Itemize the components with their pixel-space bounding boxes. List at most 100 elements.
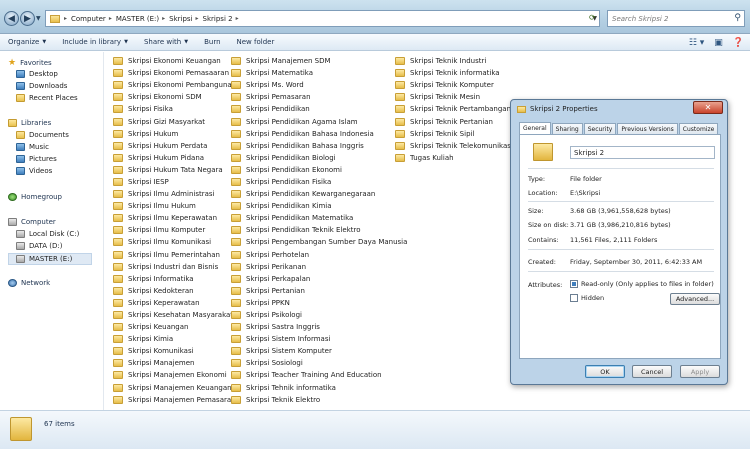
list-item[interactable]: Skripsi Manajemen Pemasaran xyxy=(113,394,236,406)
nav-videos[interactable]: Videos xyxy=(16,167,52,175)
nav-homegroup[interactable]: Homegroup xyxy=(8,193,62,201)
breadcrumb-skripsi-2[interactable]: Skripsi 2 ▸ xyxy=(203,15,239,23)
list-item[interactable]: Skripsi Pemasaran xyxy=(231,91,407,103)
nav-documents[interactable]: Documents xyxy=(16,131,69,139)
list-item[interactable]: Skripsi Ekonomi Pemasaaran xyxy=(113,67,236,79)
forward-button[interactable]: ▶ xyxy=(20,11,35,26)
list-item[interactable]: Skripsi Teknik Sipil xyxy=(395,128,513,140)
list-item[interactable]: Skripsi Teknik Komputer xyxy=(395,79,513,91)
list-item[interactable]: Skripsi Komunikasi xyxy=(113,345,236,357)
nav-music[interactable]: Music xyxy=(16,143,49,151)
include-in-library-button[interactable]: Include in library ▼ xyxy=(54,34,136,51)
back-button[interactable]: ◀ xyxy=(4,11,19,26)
list-item[interactable]: Skripsi Ilmu Komunikasi xyxy=(113,236,236,248)
nav-master-e[interactable]: MASTER (E:) xyxy=(8,253,92,265)
search-icon[interactable]: ⚲ xyxy=(734,13,741,23)
nav-computer[interactable]: Computer xyxy=(8,218,56,226)
tab-security[interactable]: Security xyxy=(583,123,617,134)
folder-name-input[interactable]: Skripsi 2 xyxy=(570,146,715,159)
list-item[interactable]: Skripsi Pendidikan Biologi xyxy=(231,152,407,164)
burn-button[interactable]: Burn xyxy=(196,34,228,51)
list-item[interactable]: Skripsi Hukum xyxy=(113,128,236,140)
list-item[interactable]: Skripsi Manajemen Keuangan xyxy=(113,382,236,394)
list-item[interactable]: Skripsi Teknik informatika xyxy=(395,67,513,79)
list-item[interactable]: Skripsi Pendidikan Fisika xyxy=(231,176,407,188)
list-item[interactable]: Skripsi Manajemen xyxy=(113,357,236,369)
list-item[interactable]: Skripsi Pendidikan Agama Islam xyxy=(231,115,407,127)
list-item[interactable]: Skripsi Tehnik informatika xyxy=(231,382,407,394)
hidden-checkbox[interactable]: Hidden xyxy=(570,294,604,302)
list-item[interactable]: Skripsi Teknik Pertambangan xyxy=(395,103,513,115)
organize-button[interactable]: Organize ▼ xyxy=(0,34,54,51)
list-item[interactable]: Skripsi Kedokteran xyxy=(113,285,236,297)
list-item[interactable]: Skripsi Teknik Pertanian xyxy=(395,115,513,127)
nav-pictures[interactable]: Pictures xyxy=(16,155,57,163)
list-item[interactable]: Skripsi Matematika xyxy=(231,67,407,79)
list-item[interactable]: Skripsi Manajemen Ekonomi xyxy=(113,369,236,381)
nav-favorites[interactable]: ★ Favorites xyxy=(8,58,52,68)
list-item[interactable]: Skripsi Kesehatan Masyarakat xyxy=(113,309,236,321)
list-item[interactable]: Skripsi Keperawatan xyxy=(113,297,236,309)
search-input[interactable]: Search Skripsi 2 ⚲ xyxy=(607,10,745,27)
nav-recent-places[interactable]: Recent Places xyxy=(16,94,78,102)
list-item[interactable]: Skripsi Gizi Masyarkat xyxy=(113,115,236,127)
list-item[interactable]: Skripsi Keuangan xyxy=(113,321,236,333)
list-item[interactable]: Skripsi Hukum Perdata xyxy=(113,140,236,152)
list-item[interactable]: Skripsi Ekonomi SDM xyxy=(113,91,236,103)
chevron-right-icon[interactable]: ▸ xyxy=(64,15,67,22)
list-item[interactable]: Skripsi Ilmu Administrasi xyxy=(113,188,236,200)
list-item[interactable]: Skripsi Fisika xyxy=(113,103,236,115)
chevron-right-icon[interactable]: ▸ xyxy=(196,15,199,22)
apply-button[interactable]: Apply xyxy=(680,365,720,378)
tab-customize[interactable]: Customize xyxy=(678,123,719,134)
list-item[interactable]: Skripsi Sastra Inggris xyxy=(231,321,407,333)
list-item[interactable]: Skripsi Industri dan Bisnis xyxy=(113,261,236,273)
list-item[interactable]: Skripsi Perkapalan xyxy=(231,273,407,285)
list-item[interactable]: Skripsi Pendidikan Bahasa Inggris xyxy=(231,140,407,152)
list-item[interactable]: Skripsi Pendidikan Kimia xyxy=(231,200,407,212)
list-item[interactable]: Skripsi PPKN xyxy=(231,297,407,309)
list-item[interactable]: Skripsi Ekonomi Pembangunan xyxy=(113,79,236,91)
nav-desktop[interactable]: Desktop xyxy=(16,70,58,78)
list-item[interactable]: Skripsi Manajemen SDM xyxy=(231,55,407,67)
tab-sharing[interactable]: Sharing xyxy=(551,123,583,134)
list-item[interactable]: Skripsi Sistem Komputer xyxy=(231,345,407,357)
list-item[interactable]: Skripsi Hukum Pidana xyxy=(113,152,236,164)
list-item[interactable]: Skripsi Teknik Telekomunikasi xyxy=(395,140,513,152)
close-button[interactable]: ✕ xyxy=(693,101,723,114)
chevron-right-icon[interactable]: ▸ xyxy=(162,15,165,22)
list-item[interactable]: Skripsi Teacher Training And Education xyxy=(231,369,407,381)
list-item[interactable]: Skripsi Ilmu Hukum xyxy=(113,200,236,212)
help-icon[interactable]: ❓ xyxy=(733,38,744,48)
list-item[interactable]: Skripsi Pendidikan Ekonomi xyxy=(231,164,407,176)
nav-data-d[interactable]: DATA (D:) xyxy=(16,242,62,250)
nav-downloads[interactable]: Downloads xyxy=(16,82,67,90)
tab-previous-versions[interactable]: Previous Versions xyxy=(617,123,678,134)
view-options-icon[interactable]: ☷ ▾ xyxy=(689,38,704,48)
list-item[interactable]: Skripsi Informatika xyxy=(113,273,236,285)
list-item[interactable]: Skripsi Pendidikan xyxy=(231,103,407,115)
nav-local-disk-c[interactable]: Local Disk (C:) xyxy=(16,230,79,238)
advanced-button[interactable]: Advanced... xyxy=(670,293,720,305)
nav-network[interactable]: Network xyxy=(8,279,50,287)
list-item[interactable]: Skripsi Ilmu Keperawatan xyxy=(113,212,236,224)
breadcrumb-master[interactable]: MASTER (E:) ▸ xyxy=(116,15,165,23)
list-item[interactable]: Skripsi Pengembangan Sumber Daya Manusia xyxy=(231,236,407,248)
list-item[interactable]: Skripsi Ms. Word xyxy=(231,79,407,91)
list-item[interactable]: Skripsi Pendidikan Matematika xyxy=(231,212,407,224)
list-item[interactable]: Skripsi Perhotelan xyxy=(231,249,407,261)
list-item[interactable]: Skripsi Ilmu Pemerintahan xyxy=(113,249,236,261)
new-folder-button[interactable]: New folder xyxy=(229,34,283,51)
breadcrumb-computer[interactable]: Computer ▸ xyxy=(71,15,112,23)
list-item[interactable]: Tugas Kuliah xyxy=(395,152,513,164)
refresh-icon[interactable]: ⟳ xyxy=(589,13,601,25)
list-item[interactable]: Skripsi Teknik Elektro xyxy=(231,394,407,406)
readonly-checkbox[interactable]: Read-only (Only applies to files in fold… xyxy=(570,280,714,288)
list-item[interactable]: Skripsi Ilmu Komputer xyxy=(113,224,236,236)
list-item[interactable]: Skripsi Ekonomi Keuangan xyxy=(113,55,236,67)
cancel-button[interactable]: Cancel xyxy=(632,365,672,378)
share-with-button[interactable]: Share with ▼ xyxy=(136,34,196,51)
list-item[interactable]: Skripsi Pendidikan Teknik Elektro xyxy=(231,224,407,236)
list-item[interactable]: Skripsi Sosiologi xyxy=(231,357,407,369)
address-field[interactable]: ▸ Computer ▸ MASTER (E:) ▸ Skripsi ▸ Skrips… xyxy=(45,10,600,27)
